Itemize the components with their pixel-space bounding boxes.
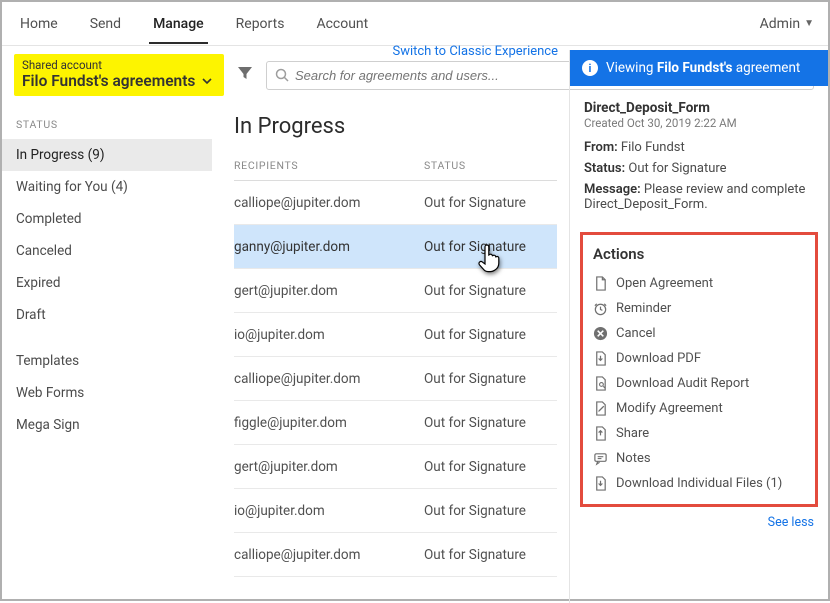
status-label: Status:: [584, 161, 625, 176]
cell-status: Out for Signature: [424, 283, 557, 299]
action-download-pdf[interactable]: Download PDF: [593, 346, 805, 371]
cell-status: Out for Signature: [424, 415, 557, 431]
sidebar-item-in-progress[interactable]: In Progress (9): [2, 139, 212, 171]
col-header-recipients: RECIPIENTS: [234, 159, 424, 172]
file-icon: [593, 276, 608, 291]
shared-account-label: Shared account: [22, 58, 216, 72]
see-less-link[interactable]: See less: [570, 511, 828, 538]
doc-created: Created Oct 30, 2019 2:22 AM: [584, 116, 814, 130]
cell-status: Out for Signature: [424, 195, 557, 211]
actions-panel: Actions Open Agreement Reminder Cancel D…: [580, 232, 818, 507]
action-share[interactable]: Share: [593, 421, 805, 446]
user-name: Admin: [760, 16, 800, 32]
sidebar-item-megasign[interactable]: Mega Sign: [2, 409, 212, 441]
sidebar-item-waiting[interactable]: Waiting for You (4): [2, 171, 212, 203]
cell-recipient: ganny@jupiter.dom: [234, 239, 424, 255]
user-menu[interactable]: Admin ▼: [760, 16, 814, 32]
chevron-down-icon: ▼: [804, 18, 814, 29]
nav-manage[interactable]: Manage: [149, 4, 208, 44]
download-icon: [593, 476, 608, 491]
shared-account-selector[interactable]: Shared account Filo Fundst's agreements: [14, 54, 224, 96]
cell-recipient: figgle@jupiter.dom: [234, 415, 424, 431]
clock-icon: [593, 301, 608, 316]
action-notes[interactable]: Notes: [593, 446, 805, 471]
cell-status: Out for Signature: [424, 547, 557, 563]
status-value: Out for Signature: [628, 161, 726, 176]
shared-account-name: Filo Fundst's agreements: [22, 72, 195, 90]
action-download-audit[interactable]: Download Audit Report: [593, 371, 805, 396]
sidebar-item-canceled[interactable]: Canceled: [2, 235, 212, 267]
table-row[interactable]: calliope@jupiter.dom Out for Signature: [234, 533, 557, 577]
cell-recipient: io@jupiter.dom: [234, 503, 424, 519]
table-row[interactable]: calliope@jupiter.dom Out for Signature: [234, 357, 557, 401]
cell-status: Out for Signature: [424, 459, 557, 475]
cancel-icon: [593, 326, 608, 341]
cell-status: Out for Signature: [424, 239, 557, 255]
chevron-down-icon: [201, 75, 213, 87]
notes-icon: [593, 451, 608, 466]
search-icon: [275, 68, 289, 82]
table-row[interactable]: figgle@jupiter.dom Out for Signature: [234, 401, 557, 445]
table-row[interactable]: io@jupiter.dom Out for Signature: [234, 489, 557, 533]
edit-icon: [593, 401, 608, 416]
sidebar-heading: STATUS: [2, 118, 212, 139]
download-icon: [593, 351, 608, 366]
cell-recipient: calliope@jupiter.dom: [234, 547, 424, 563]
sidebar-item-webforms[interactable]: Web Forms: [2, 377, 212, 409]
sidebar-item-draft[interactable]: Draft: [2, 299, 212, 331]
cell-status: Out for Signature: [424, 503, 557, 519]
audit-icon: [593, 376, 608, 391]
from-label: From:: [584, 140, 618, 155]
sidebar-item-expired[interactable]: Expired: [2, 267, 212, 299]
cell-status: Out for Signature: [424, 371, 557, 387]
nav-reports[interactable]: Reports: [232, 4, 289, 44]
table-row[interactable]: calliope@jupiter.dom Out for Signature: [234, 181, 557, 225]
cell-status: Out for Signature: [424, 327, 557, 343]
action-reminder[interactable]: Reminder: [593, 296, 805, 321]
details-banner: i Viewing Filo Fundst's agreement: [570, 50, 828, 86]
sidebar: STATUS In Progress (9) Waiting for You (…: [2, 104, 212, 603]
action-cancel[interactable]: Cancel: [593, 321, 805, 346]
table-row[interactable]: io@jupiter.dom Out for Signature: [234, 313, 557, 357]
classic-experience-link[interactable]: Switch to Classic Experience: [392, 44, 558, 59]
message-label: Message:: [584, 182, 641, 197]
col-header-status: STATUS: [424, 159, 557, 172]
top-nav: Home Send Manage Reports Account Admin ▼: [2, 2, 828, 46]
nav-send[interactable]: Send: [86, 4, 125, 44]
action-download-individual[interactable]: Download Individual Files (1): [593, 471, 805, 496]
nav-home[interactable]: Home: [16, 4, 62, 44]
info-icon: i: [582, 60, 598, 76]
sidebar-item-templates[interactable]: Templates: [2, 345, 212, 377]
list-title: In Progress: [234, 114, 557, 139]
doc-title: Direct_Deposit_Form: [584, 100, 814, 116]
from-value: Filo Fundst: [621, 140, 685, 155]
share-icon: [593, 426, 608, 441]
agreements-list-panel: In Progress RECIPIENTS STATUS calliope@j…: [212, 104, 569, 603]
details-panel: i Viewing Filo Fundst's agreement Direct…: [569, 50, 828, 603]
action-open-agreement[interactable]: Open Agreement: [593, 271, 805, 296]
cell-recipient: io@jupiter.dom: [234, 327, 424, 343]
actions-heading: Actions: [593, 245, 805, 263]
cell-recipient: gert@jupiter.dom: [234, 283, 424, 299]
sidebar-item-completed[interactable]: Completed: [2, 203, 212, 235]
filter-icon[interactable]: [236, 64, 254, 86]
table-row[interactable]: gert@jupiter.dom Out for Signature: [234, 445, 557, 489]
cell-recipient: calliope@jupiter.dom: [234, 195, 424, 211]
cell-recipient: gert@jupiter.dom: [234, 459, 424, 475]
table-row[interactable]: gert@jupiter.dom Out for Signature: [234, 269, 557, 313]
action-modify-agreement[interactable]: Modify Agreement: [593, 396, 805, 421]
nav-account[interactable]: Account: [312, 4, 372, 44]
table-row[interactable]: ganny@jupiter.dom Out for Signature: [234, 225, 557, 269]
cell-recipient: calliope@jupiter.dom: [234, 371, 424, 387]
